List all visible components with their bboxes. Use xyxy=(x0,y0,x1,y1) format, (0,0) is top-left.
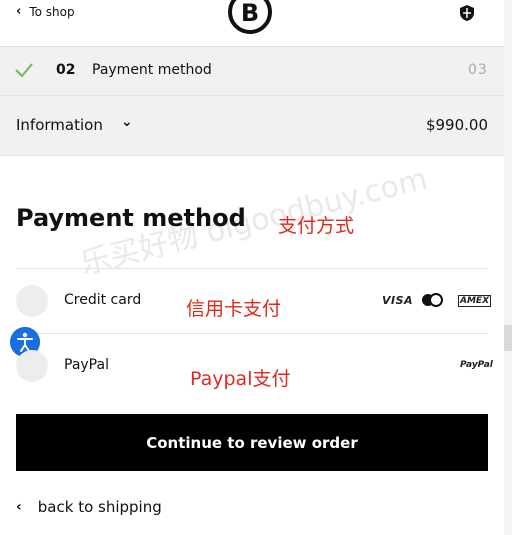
next-step-number: 03 xyxy=(468,62,488,78)
credit-card-label[interactable]: Credit card xyxy=(64,292,141,308)
shield-icon xyxy=(460,5,474,21)
step-number: 02 xyxy=(56,62,76,78)
scrollbar-thumb[interactable] xyxy=(504,325,512,351)
annotation-paypal: Paypal支付 xyxy=(190,368,291,390)
order-total: $990.00 xyxy=(425,116,488,134)
mastercard-icon xyxy=(422,293,443,307)
paypal-radio[interactable] xyxy=(16,350,48,382)
chevron-down-icon[interactable]: ⌄ xyxy=(121,114,133,130)
checkout-header: ‹ To shop B xyxy=(0,0,504,46)
information-toggle[interactable]: Information xyxy=(16,116,103,134)
continue-to-review-button[interactable]: Continue to review order xyxy=(16,414,488,471)
chevron-left-icon: ‹ xyxy=(16,4,22,19)
paypal-label[interactable]: PayPal xyxy=(64,357,109,373)
scrollbar[interactable] xyxy=(504,0,512,535)
divider xyxy=(16,333,488,334)
back-to-shipping-label: back to shipping xyxy=(37,498,162,516)
back-to-shipping-link[interactable]: ‹ back to shipping xyxy=(16,498,162,516)
brand-logo[interactable]: B xyxy=(228,0,272,34)
checkout-step-bar: 02 Payment method 03 xyxy=(0,46,504,96)
paypal-logo: PayPal xyxy=(460,360,493,370)
order-summary-row[interactable]: Information ⌄ $990.00 xyxy=(0,96,504,156)
to-shop-link[interactable]: ‹ To shop xyxy=(16,4,75,19)
visa-logo: VISA xyxy=(382,294,414,307)
chevron-left-icon: ‹ xyxy=(16,499,22,515)
credit-card-radio[interactable] xyxy=(16,285,48,317)
step-title: Payment method xyxy=(92,62,212,78)
annotation-credit-card: 信用卡支付 xyxy=(186,298,282,320)
amex-logo: AMEX xyxy=(458,295,492,307)
to-shop-label: To shop xyxy=(29,4,75,19)
page-title: Payment method xyxy=(16,204,246,232)
divider xyxy=(16,268,488,269)
annotation-payment-method: 支付方式 xyxy=(278,215,355,237)
checkmark-icon xyxy=(15,63,33,78)
